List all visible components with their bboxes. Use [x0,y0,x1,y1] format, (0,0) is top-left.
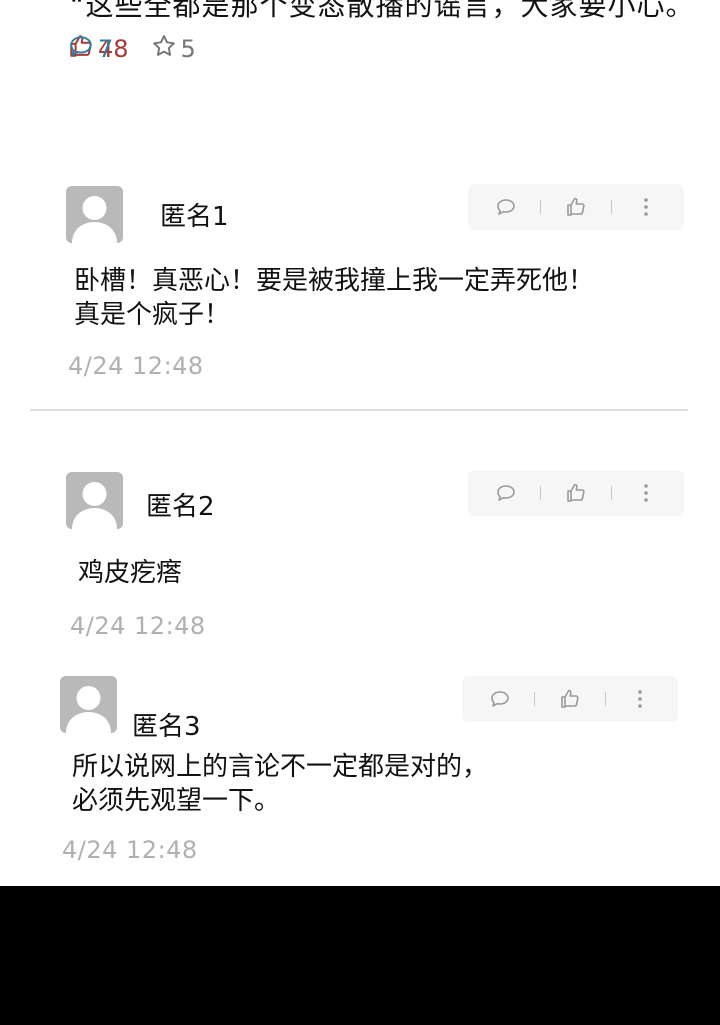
comment-text-line: 所以说网上的言论不一定都是对的， [72,752,489,782]
comment-count-button[interactable]: 7 [68,33,113,65]
more-button[interactable] [629,190,663,224]
comment-timestamp: 4/24 12:48 [70,612,206,640]
more-button[interactable] [623,682,657,716]
divider [610,200,612,214]
section-divider [30,409,688,411]
speech-bubble-icon [496,199,515,215]
divider [540,200,542,214]
avatar[interactable] [66,472,123,529]
comment-text-line: 真是个疯子！ [74,300,231,330]
comment-page: “这些全都是那个变态散播的谣言，大家要小心。 48 7 5 匿名1 卧槽！真恶心… [0,0,720,1025]
reply-button[interactable] [489,190,523,224]
comment-timestamp: 4/24 12:48 [62,836,198,864]
thumbs-up-icon [561,689,579,708]
comment-text-line: 卧槽！真恶心！要是被我撞上我一定弄死他！ [74,266,595,296]
username[interactable]: 匿名1 [160,196,229,233]
like-button[interactable] [559,190,593,224]
divider [604,692,606,706]
username[interactable]: 匿名2 [146,486,215,523]
comment-actions [468,470,684,516]
avatar[interactable] [60,676,117,733]
comment-actions [468,184,684,230]
divider [540,486,542,500]
divider [534,692,536,706]
comment-text-line: 必须先观望一下。 [72,786,281,816]
comment-text-line: 鸡皮疙瘩 [78,558,183,588]
post-text: “这些全都是那个变态散播的谣言，大家要小心。 [70,0,695,22]
like-button[interactable] [553,682,587,716]
more-button[interactable] [629,476,663,510]
reply-button[interactable] [489,476,523,510]
avatar[interactable] [66,186,123,243]
comment-actions [462,676,678,722]
thumbs-up-icon [567,197,585,216]
speech-bubble-icon [496,485,515,501]
speech-bubble-icon [68,33,98,65]
favorite-count: 5 [180,35,196,63]
bottom-black-area [0,886,720,1025]
comment-timestamp: 4/24 12:48 [68,352,204,380]
post-stats: 48 7 5 [68,32,218,66]
comment-count: 7 [98,35,114,63]
favorite-count-button[interactable]: 5 [151,33,196,65]
more-vertical-icon [644,484,648,502]
divider [610,486,612,500]
speech-bubble-icon [490,691,509,707]
reply-button[interactable] [483,682,517,716]
more-vertical-icon [644,198,648,216]
more-vertical-icon [638,690,642,708]
like-button[interactable] [559,476,593,510]
thumbs-up-icon [567,483,585,502]
star-icon [151,33,181,65]
username[interactable]: 匿名3 [132,706,201,743]
